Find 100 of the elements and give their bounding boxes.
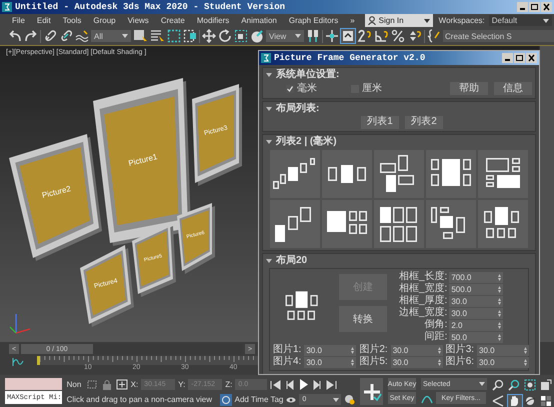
checkbox-label[interactable]: 厘米 — [362, 82, 382, 94]
spinner-snap-icon[interactable] — [408, 29, 422, 43]
menu-item[interactable]: Tools — [56, 16, 88, 25]
caret-icon[interactable] — [266, 107, 272, 111]
maximize-viewport-icon[interactable] — [540, 395, 552, 407]
spinner-field[interactable]: 30.0 — [304, 344, 356, 356]
spinner-field[interactable]: 30.0 — [449, 296, 504, 306]
named-selection-field[interactable]: Create Selection S — [443, 30, 554, 42]
dialog-button[interactable]: 帮助 — [450, 82, 488, 95]
add-time-tag-button[interactable]: Add Time Tag — [234, 395, 284, 404]
menu-item[interactable]: Views — [122, 16, 155, 25]
menu-item[interactable]: Animation — [235, 16, 283, 25]
region-select-icon[interactable] — [167, 29, 181, 43]
set-key-button[interactable] — [360, 378, 383, 405]
placement-icon[interactable] — [250, 29, 264, 43]
isolate-icon[interactable] — [86, 379, 98, 390]
spinner-field[interactable]: 2.0 — [449, 320, 504, 330]
caret-icon[interactable] — [424, 18, 430, 22]
spinner-field[interactable]: 30.0 — [477, 356, 530, 368]
rotate-icon[interactable] — [218, 29, 232, 43]
zoom-extents-icon[interactable] — [524, 379, 536, 391]
zoom-extents-all-icon[interactable] — [540, 379, 552, 391]
spinner-field[interactable]: 30.0 — [477, 344, 530, 356]
select-object-icon[interactable] — [133, 29, 148, 43]
menu-item[interactable]: Group — [87, 16, 122, 25]
spinner-arrows-icon[interactable] — [351, 346, 354, 354]
minimize-icon[interactable] — [502, 53, 513, 63]
percent-snap-icon[interactable] — [391, 29, 406, 43]
pan-icon[interactable] — [508, 395, 520, 407]
unlink-icon[interactable] — [59, 29, 73, 43]
menu-item[interactable]: File — [6, 16, 31, 25]
caret-icon[interactable] — [266, 73, 272, 77]
time-marker[interactable] — [37, 356, 40, 365]
angle-snap-icon[interactable] — [374, 29, 389, 43]
absolute-mode-icon[interactable] — [116, 379, 128, 390]
close-icon[interactable] — [526, 53, 537, 63]
menu-item[interactable]: Modifiers — [190, 16, 236, 25]
link-icon[interactable] — [43, 29, 57, 43]
spinner-arrows-icon[interactable] — [498, 298, 502, 304]
spinner-arrows-icon[interactable] — [524, 346, 528, 354]
close-icon[interactable] — [541, 2, 552, 12]
caret-icon[interactable] — [333, 398, 340, 402]
key-plus-icon[interactable] — [362, 382, 382, 402]
menu-item[interactable]: Graph Editors — [282, 16, 344, 25]
keyboard-override-icon[interactable] — [341, 29, 355, 43]
checkbox[interactable] — [286, 84, 294, 92]
spinner-field[interactable]: 50.0 — [449, 332, 504, 342]
zoom-all-icon[interactable] — [508, 379, 520, 391]
play-icon[interactable] — [298, 379, 310, 390]
menu-overflow[interactable]: » — [344, 16, 361, 25]
coordinate-system-dropdown[interactable]: View — [266, 30, 304, 42]
caret-icon[interactable] — [295, 34, 301, 38]
workspaces-dropdown[interactable]: Default — [488, 15, 552, 26]
zoom-icon[interactable] — [492, 379, 504, 391]
spinner-arrows-icon[interactable] — [438, 358, 441, 366]
manipulate-icon[interactable] — [325, 29, 339, 43]
lock-icon[interactable] — [100, 379, 113, 390]
spinner-field[interactable]: 700.0 — [449, 272, 504, 282]
previous-key-icon[interactable] — [284, 380, 296, 390]
caret-icon[interactable] — [122, 34, 128, 38]
snap-icon[interactable] — [357, 29, 372, 43]
caret-icon[interactable] — [543, 18, 549, 22]
spinner-arrows-icon[interactable] — [498, 274, 502, 280]
time-config-icon[interactable] — [344, 394, 356, 405]
spinner-field[interactable]: 30.0 — [390, 356, 443, 368]
move-icon[interactable] — [202, 29, 216, 43]
spinner-arrows-icon[interactable] — [498, 322, 502, 328]
user-icon[interactable] — [368, 16, 376, 25]
dialog-button[interactable]: 信息 — [494, 82, 532, 95]
named-selection-icon[interactable] — [427, 29, 441, 43]
action-button[interactable]: 转换 — [339, 306, 387, 332]
window-crossing-icon[interactable] — [183, 29, 197, 43]
spinner-arrows-icon[interactable] — [351, 358, 354, 366]
rollout-title[interactable]: 系统单位设置: — [276, 69, 340, 81]
checkbox-label[interactable]: 毫米 — [297, 82, 317, 94]
selection-filter-dropdown[interactable]: All — [91, 30, 131, 42]
go-to-start-icon[interactable] — [270, 380, 282, 390]
minimize-icon[interactable] — [517, 2, 528, 12]
field-of-view-icon[interactable] — [492, 395, 504, 407]
sign-in-button[interactable]: Sign In — [364, 14, 433, 27]
rollout-title[interactable]: 列表2 | (毫米) — [276, 136, 337, 148]
pivot-icon[interactable] — [306, 29, 320, 43]
spinner-arrows-icon[interactable] — [438, 346, 441, 354]
scale-icon[interactable] — [234, 29, 248, 43]
spinner-arrows-icon[interactable] — [498, 310, 502, 316]
spinner-arrows-icon[interactable] — [498, 334, 502, 340]
list-button[interactable]: 列表2 — [405, 116, 443, 128]
list-button[interactable]: 列表1 — [361, 116, 399, 128]
redo-icon[interactable] — [24, 29, 38, 43]
caret-icon[interactable] — [266, 259, 272, 263]
menu-item[interactable]: Create — [154, 16, 191, 25]
spinner-field[interactable]: 500.0 — [449, 284, 504, 294]
next-key-icon[interactable] — [312, 380, 324, 390]
caret-icon[interactable] — [266, 140, 272, 144]
curve-editor-icon[interactable] — [12, 357, 24, 367]
eye-icon[interactable] — [286, 396, 296, 404]
rollout-title[interactable]: 布局列表: — [276, 103, 320, 115]
maximize-icon[interactable] — [529, 2, 540, 12]
rollout-title[interactable]: 布局20 — [276, 255, 308, 267]
menu-item[interactable]: Edit — [30, 16, 57, 25]
